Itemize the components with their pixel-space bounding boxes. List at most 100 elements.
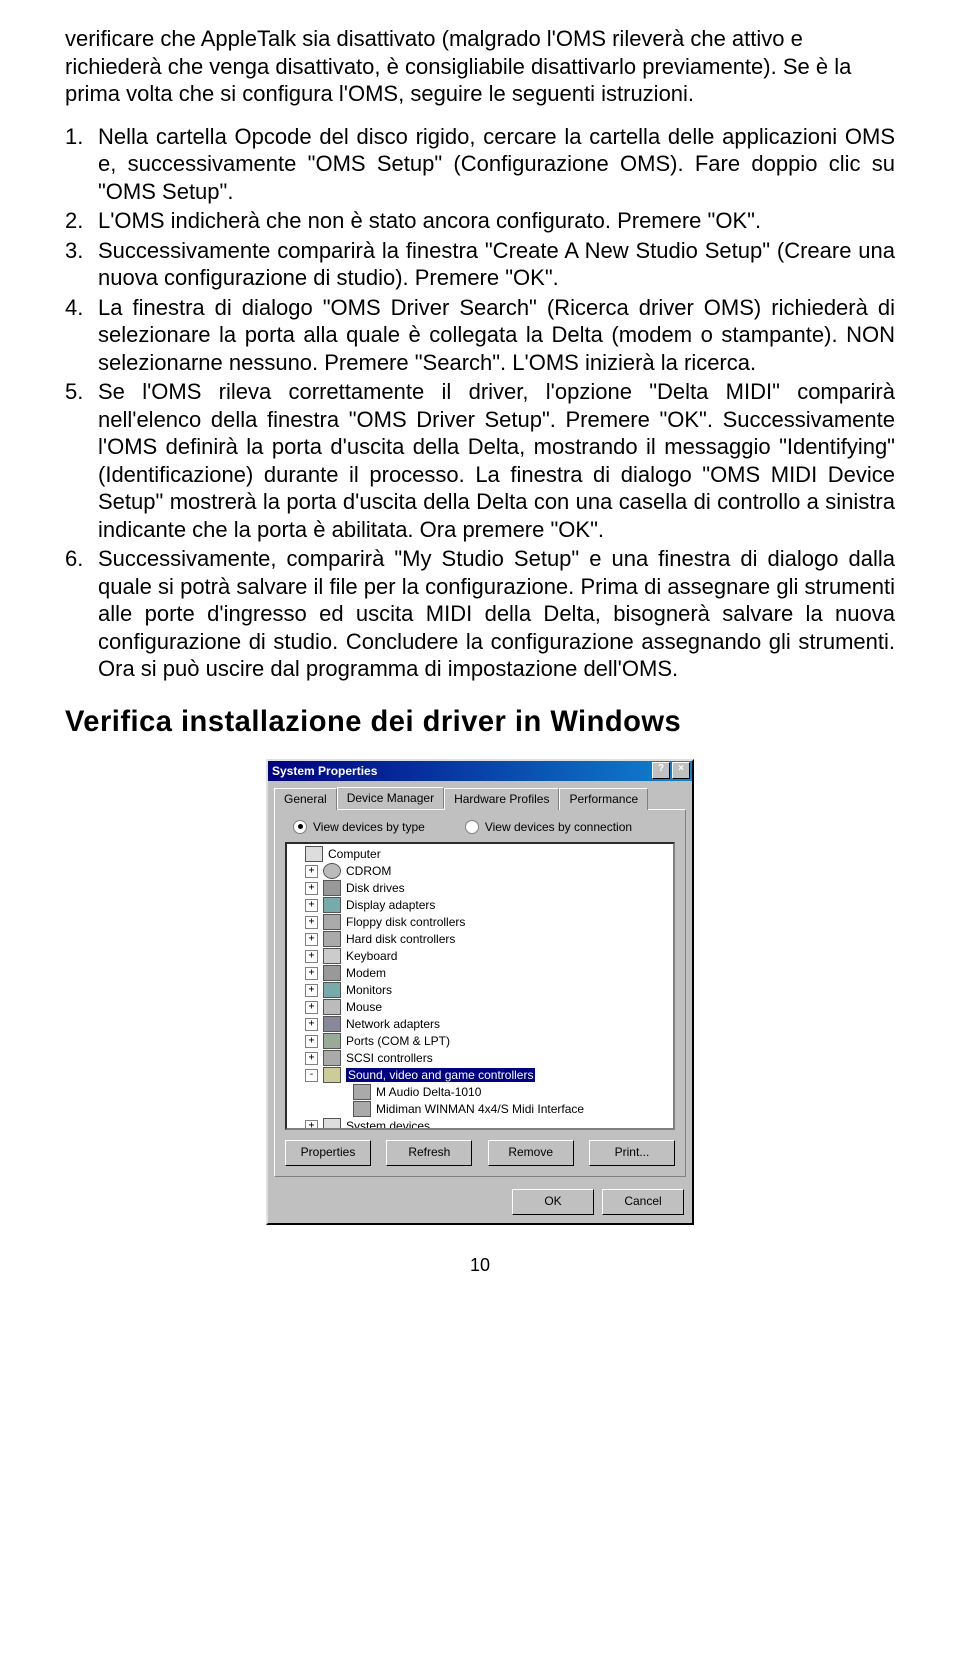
tab-content: View devices by type View devices by con… — [274, 809, 686, 1177]
tree-node-label: Display adapters — [346, 898, 435, 912]
tree-node[interactable]: -Sound, video and game controllers — [289, 1067, 671, 1084]
expand-icon[interactable]: + — [305, 1120, 318, 1130]
sound-icon — [323, 1067, 341, 1083]
properties-button[interactable]: Properties — [285, 1140, 371, 1166]
tree-node-label: Ports (COM & LPT) — [346, 1034, 450, 1048]
list-item: 6.Successivamente, comparirà "My Studio … — [65, 545, 895, 683]
close-button[interactable]: × — [672, 762, 690, 779]
ctrl-icon — [323, 931, 341, 947]
tab-general[interactable]: General — [274, 788, 337, 810]
expand-icon[interactable]: + — [305, 899, 318, 912]
tree-node-label: Computer — [328, 847, 381, 861]
tree-node[interactable]: Midiman WINMAN 4x4/S Midi Interface — [289, 1101, 671, 1118]
remove-button[interactable]: Remove — [488, 1140, 574, 1166]
tree-node[interactable]: M Audio Delta-1010 — [289, 1084, 671, 1101]
expand-icon[interactable]: + — [305, 984, 318, 997]
tree-node[interactable]: + Disk drives — [289, 880, 671, 897]
disp-icon — [323, 897, 341, 913]
tree-node[interactable]: + Ports (COM & LPT) — [289, 1033, 671, 1050]
pc-icon — [323, 1118, 341, 1130]
expand-icon[interactable]: + — [305, 1052, 318, 1065]
tree-node-label: Disk drives — [346, 881, 405, 895]
tab-hardware-profiles[interactable]: Hardware Profiles — [444, 788, 559, 810]
tree-node[interactable]: + Mouse — [289, 999, 671, 1016]
list-item-number: 3. — [65, 237, 98, 292]
tree-node[interactable]: + Keyboard — [289, 948, 671, 965]
list-item-number: 2. — [65, 207, 98, 235]
dev-icon — [353, 1084, 371, 1100]
list-item-text: L'OMS indicherà che non è stato ancora c… — [98, 207, 895, 235]
tree-node[interactable]: + System devices — [289, 1118, 671, 1130]
tree-node-label: Modem — [346, 966, 386, 980]
mouse-icon — [323, 999, 341, 1015]
tree-node-label: Floppy disk controllers — [346, 915, 465, 929]
tree-node-label: Midiman WINMAN 4x4/S Midi Interface — [376, 1102, 584, 1116]
tree-node[interactable]: + Modem — [289, 965, 671, 982]
expand-icon[interactable]: + — [305, 1001, 318, 1014]
list-item-text: Se l'OMS rileva correttamente il driver,… — [98, 378, 895, 543]
expand-icon[interactable]: + — [305, 865, 318, 878]
tab-device-manager[interactable]: Device Manager — [337, 787, 444, 809]
collapse-icon[interactable]: - — [305, 1069, 318, 1082]
section-heading: Verifica installazione dei driver in Win… — [65, 705, 870, 739]
tree-node[interactable]: Computer — [289, 846, 671, 863]
help-button[interactable]: ? — [652, 762, 670, 779]
port-icon — [323, 1033, 341, 1049]
tree-node-label: SCSI controllers — [346, 1051, 433, 1065]
expand-icon[interactable]: + — [305, 1018, 318, 1031]
radio-view-by-type[interactable]: View devices by type — [293, 820, 425, 834]
ok-button[interactable]: OK — [512, 1189, 594, 1215]
tree-node[interactable]: +Monitors — [289, 982, 671, 999]
list-item: 2.L'OMS indicherà che non è stato ancora… — [65, 207, 895, 235]
list-item-number: 6. — [65, 545, 98, 683]
expand-icon[interactable]: + — [305, 950, 318, 963]
pc-icon — [305, 846, 323, 862]
tab-strip: GeneralDevice ManagerHardware ProfilesPe… — [268, 781, 692, 809]
list-item-number: 4. — [65, 294, 98, 377]
tree-node[interactable]: + Network adapters — [289, 1016, 671, 1033]
list-item-number: 5. — [65, 378, 98, 543]
tree-node[interactable]: + Hard disk controllers — [289, 931, 671, 948]
expand-icon[interactable]: + — [305, 1035, 318, 1048]
tree-node[interactable]: + Display adapters — [289, 897, 671, 914]
dialog-screenshot: System Properties ? × GeneralDevice Mana… — [65, 759, 895, 1225]
expand-icon[interactable]: + — [305, 933, 318, 946]
system-properties-dialog: System Properties ? × GeneralDevice Mana… — [266, 759, 694, 1225]
window-titlebar: System Properties ? × — [268, 761, 692, 781]
expand-icon[interactable]: + — [305, 967, 318, 980]
tree-node[interactable]: + Floppy disk controllers — [289, 914, 671, 931]
cancel-button[interactable]: Cancel — [602, 1189, 684, 1215]
dev-icon — [353, 1101, 371, 1117]
device-tree[interactable]: Computer+CDROM+Disk drives+Display adapt… — [285, 842, 675, 1130]
list-item-text: La finestra di dialogo "OMS Driver Searc… — [98, 294, 895, 377]
tab-performance[interactable]: Performance — [559, 788, 648, 810]
disk-icon — [323, 880, 341, 896]
net-icon — [323, 1016, 341, 1032]
list-item: 3.Successivamente comparirà la finestra … — [65, 237, 895, 292]
expand-icon[interactable]: + — [305, 916, 318, 929]
list-item: 1.Nella cartella Opcode del disco rigido… — [65, 123, 895, 206]
tree-node-label: System devices — [346, 1119, 430, 1130]
modem-icon — [323, 965, 341, 981]
mon-icon — [323, 982, 341, 998]
radio-view-by-connection[interactable]: View devices by connection — [465, 820, 632, 834]
expand-icon[interactable]: + — [305, 882, 318, 895]
list-item: 5.Se l'OMS rileva correttamente il drive… — [65, 378, 895, 543]
list-item-number: 1. — [65, 123, 98, 206]
numbered-list: 1.Nella cartella Opcode del disco rigido… — [65, 123, 895, 683]
print--button[interactable]: Print... — [589, 1140, 675, 1166]
tree-node[interactable]: +CDROM — [289, 863, 671, 880]
tree-node-label: Mouse — [346, 1000, 382, 1014]
list-item-text: Successivamente comparirà la finestra "C… — [98, 237, 895, 292]
radio-label: View devices by type — [313, 820, 425, 834]
tree-node-label: Network adapters — [346, 1017, 440, 1031]
tree-node-label: Hard disk controllers — [346, 932, 455, 946]
ctrl-icon — [323, 1050, 341, 1066]
tree-node-label: Keyboard — [346, 949, 397, 963]
tree-node[interactable]: + SCSI controllers — [289, 1050, 671, 1067]
ctrl-icon — [323, 914, 341, 930]
kb-icon — [323, 948, 341, 964]
cd-icon — [323, 863, 341, 879]
intro-paragraph: verificare che AppleTalk sia disattivato… — [65, 25, 895, 108]
refresh-button[interactable]: Refresh — [386, 1140, 472, 1166]
